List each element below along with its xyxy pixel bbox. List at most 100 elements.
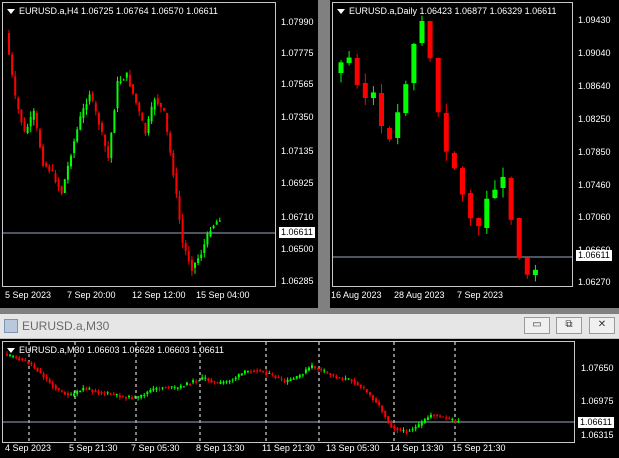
candle xyxy=(439,414,442,419)
candle xyxy=(85,386,88,391)
chart-area-m30[interactable]: EURUSD.a,M30 1.06603 1.06628 1.06603 1.0… xyxy=(2,341,575,443)
price-tick-label: 1.07135 xyxy=(281,146,314,156)
candle xyxy=(63,178,66,194)
chart-window-h4[interactable]: EURUSD.a,H4 1.06725 1.06764 1.06570 1.06… xyxy=(0,0,318,308)
candle xyxy=(372,394,374,403)
dropdown-arrow-icon[interactable] xyxy=(7,9,15,15)
candle xyxy=(135,93,138,106)
candle xyxy=(387,415,390,425)
candle xyxy=(45,161,48,168)
candle xyxy=(414,424,417,432)
candle xyxy=(101,120,103,136)
time-tick-label: 7 Sep 05:30 xyxy=(131,443,180,453)
price-tick-label: 1.06270 xyxy=(578,277,611,287)
candle xyxy=(21,357,24,362)
candle xyxy=(109,392,112,395)
price-tick-label: 1.06500 xyxy=(281,244,314,254)
candle xyxy=(259,368,262,373)
price-tick-label: 1.09430 xyxy=(578,15,611,25)
candle xyxy=(155,386,158,393)
close-button[interactable]: ✕ xyxy=(589,317,615,334)
candle xyxy=(265,368,268,378)
candle xyxy=(39,127,41,149)
price-tick-label: 1.06285 xyxy=(281,276,314,286)
candle xyxy=(30,361,33,367)
candle xyxy=(170,386,173,390)
chart-area-daily[interactable]: EURUSD.a,Daily 1.06423 1.06877 1.06329 1… xyxy=(332,2,573,287)
candle xyxy=(429,412,432,419)
restore-button[interactable]: ⧉ xyxy=(556,317,582,334)
candle xyxy=(79,111,82,131)
chart-window-m30[interactable]: EURUSD.a,M30 1.06603 1.06628 1.06603 1.0… xyxy=(0,339,619,458)
chart-legend-m30: EURUSD.a,M30 1.06603 1.06628 1.06603 1.0… xyxy=(7,345,224,355)
candle xyxy=(54,384,57,392)
candle xyxy=(393,424,396,432)
candle xyxy=(76,389,79,397)
candle xyxy=(140,394,143,400)
time-tick-label: 8 Sep 13:30 xyxy=(196,443,245,453)
candle xyxy=(524,257,530,279)
candle xyxy=(405,429,408,435)
candle xyxy=(215,219,218,225)
candle xyxy=(26,123,29,135)
candle xyxy=(66,161,69,184)
candle xyxy=(18,356,21,362)
m30-window-title: EURUSD.a,M30 xyxy=(22,319,110,333)
price-tick-label: 1.06975 xyxy=(581,396,614,406)
chart-window-daily[interactable]: EURUSD.a,Daily 1.06423 1.06877 1.06329 1… xyxy=(330,0,619,308)
candle xyxy=(132,84,134,96)
candle xyxy=(184,240,187,256)
candle xyxy=(119,76,122,85)
candle xyxy=(70,392,73,396)
candle xyxy=(107,141,110,162)
candle xyxy=(146,390,149,397)
candle xyxy=(88,386,91,391)
minimize-button[interactable]: ▭ xyxy=(524,317,550,334)
candle xyxy=(338,60,344,83)
candle xyxy=(231,378,234,383)
candle xyxy=(378,399,381,408)
candle xyxy=(451,417,454,422)
candle xyxy=(35,110,38,132)
candle xyxy=(173,385,176,390)
vertical-splitter[interactable] xyxy=(318,0,330,308)
candle xyxy=(225,380,228,385)
h4-candles xyxy=(3,29,275,276)
candle xyxy=(395,103,401,145)
candle xyxy=(57,387,60,392)
dropdown-arrow-icon[interactable] xyxy=(337,9,345,15)
time-tick-label: 11 Sep 21:30 xyxy=(262,443,315,453)
candle xyxy=(283,378,286,384)
candle xyxy=(346,50,352,66)
time-tick-label: 15 Sep 21:30 xyxy=(452,443,506,453)
candle xyxy=(122,78,125,81)
candle xyxy=(277,374,280,379)
candle xyxy=(292,376,295,380)
candle xyxy=(209,226,212,238)
candle xyxy=(79,390,82,393)
candle xyxy=(104,134,107,152)
candle xyxy=(234,376,237,382)
candle xyxy=(73,138,76,159)
candle xyxy=(240,373,243,376)
chart-legend-daily: EURUSD.a,Daily 1.06423 1.06877 1.06329 1… xyxy=(337,6,556,16)
candle xyxy=(492,180,498,200)
m30-window-titlebar[interactable]: EURUSD.a,M30 ▭ ⧉ ✕ xyxy=(0,314,619,339)
candle xyxy=(298,373,301,379)
chart-area-h4[interactable]: EURUSD.a,H4 1.06725 1.06764 1.06570 1.06… xyxy=(2,2,276,287)
current-price-label-m30: 1.06611 xyxy=(578,417,614,428)
candle xyxy=(403,80,409,117)
dropdown-arrow-icon[interactable] xyxy=(7,348,15,354)
candle xyxy=(176,386,179,391)
candle xyxy=(36,367,39,372)
candle xyxy=(45,374,48,382)
candle xyxy=(426,415,429,421)
candle xyxy=(113,108,116,134)
candle xyxy=(85,98,88,115)
candle xyxy=(262,370,265,373)
candle xyxy=(423,417,426,424)
candle xyxy=(70,153,72,169)
candle xyxy=(253,369,256,373)
price-tick-label: 1.07650 xyxy=(581,363,614,373)
candle xyxy=(63,390,66,396)
